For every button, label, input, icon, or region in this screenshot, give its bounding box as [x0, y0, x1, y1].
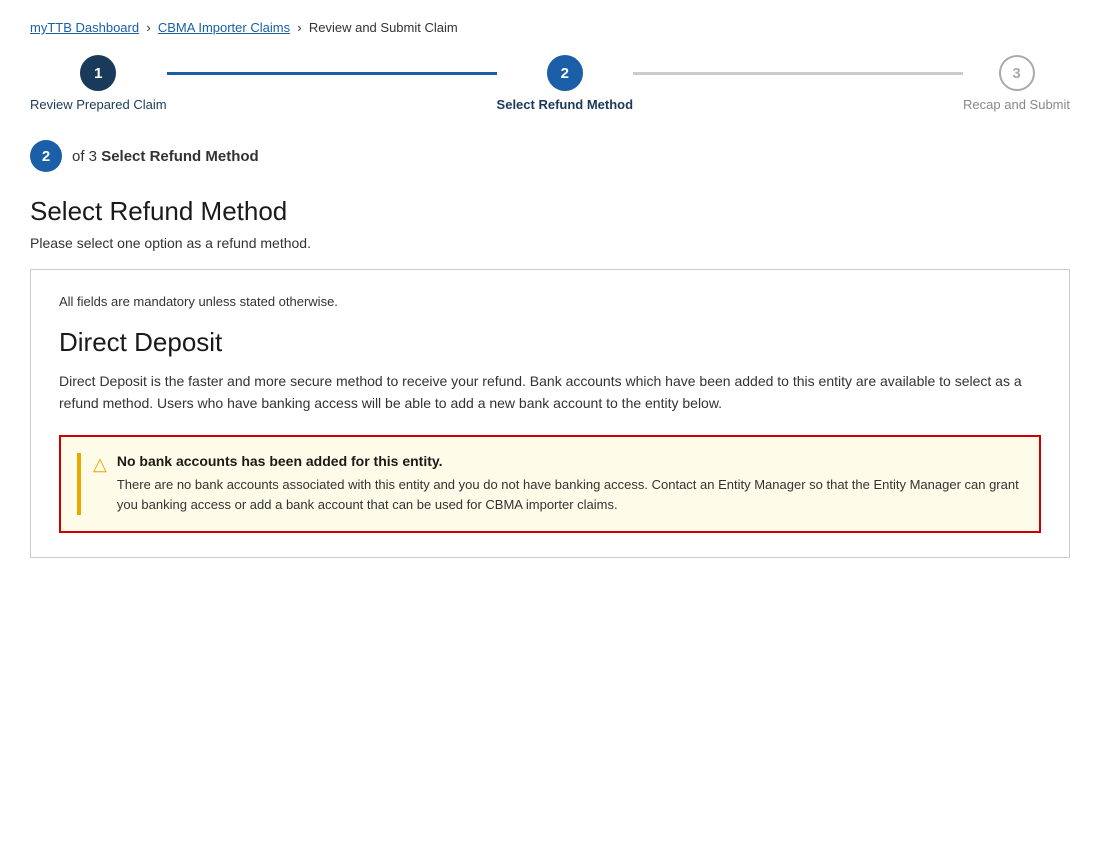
- warning-title: No bank accounts has been added for this…: [117, 453, 1019, 469]
- breadcrumb: myTTB Dashboard › CBMA Importer Claims ›…: [30, 20, 1070, 35]
- step-indicator-circle: 2: [30, 140, 62, 172]
- step-3-label: Recap and Submit: [963, 97, 1070, 112]
- step-indicator: 2 of 3 Select Refund Method: [30, 140, 1070, 172]
- warning-left-bar: [77, 453, 81, 515]
- direct-deposit-title: Direct Deposit: [59, 327, 1041, 358]
- direct-deposit-description: Direct Deposit is the faster and more se…: [59, 370, 1041, 415]
- step-indicator-text: of 3 Select Refund Method: [72, 148, 259, 165]
- page-title: Select Refund Method: [30, 196, 1070, 227]
- warning-inner: △ No bank accounts has been added for th…: [93, 453, 1019, 515]
- warning-box: △ No bank accounts has been added for th…: [59, 435, 1041, 533]
- connector-2-3: [633, 72, 963, 75]
- connector-1-2: [167, 72, 497, 75]
- step-2-label: Select Refund Method: [497, 97, 634, 112]
- step-1-label: Review Prepared Claim: [30, 97, 167, 112]
- step-2-circle: 2: [547, 55, 583, 91]
- breadcrumb-current: Review and Submit Claim: [309, 20, 458, 35]
- page-subtitle: Please select one option as a refund met…: [30, 235, 1070, 251]
- breadcrumb-link-claims[interactable]: CBMA Importer Claims: [158, 20, 290, 35]
- warning-icon: △: [93, 454, 107, 475]
- form-card: All fields are mandatory unless stated o…: [30, 269, 1070, 558]
- stepper: 1 Review Prepared Claim 2 Select Refund …: [30, 55, 1070, 112]
- step-3: 3 Recap and Submit: [963, 55, 1070, 112]
- step-1-circle: 1: [80, 55, 116, 91]
- step-1: 1 Review Prepared Claim: [30, 55, 167, 112]
- step-2: 2 Select Refund Method: [497, 55, 634, 112]
- breadcrumb-link-dashboard[interactable]: myTTB Dashboard: [30, 20, 139, 35]
- step-3-circle: 3: [999, 55, 1035, 91]
- warning-text: There are no bank accounts associated wi…: [117, 475, 1019, 515]
- warning-content: No bank accounts has been added for this…: [117, 453, 1019, 515]
- mandatory-note: All fields are mandatory unless stated o…: [59, 294, 1041, 309]
